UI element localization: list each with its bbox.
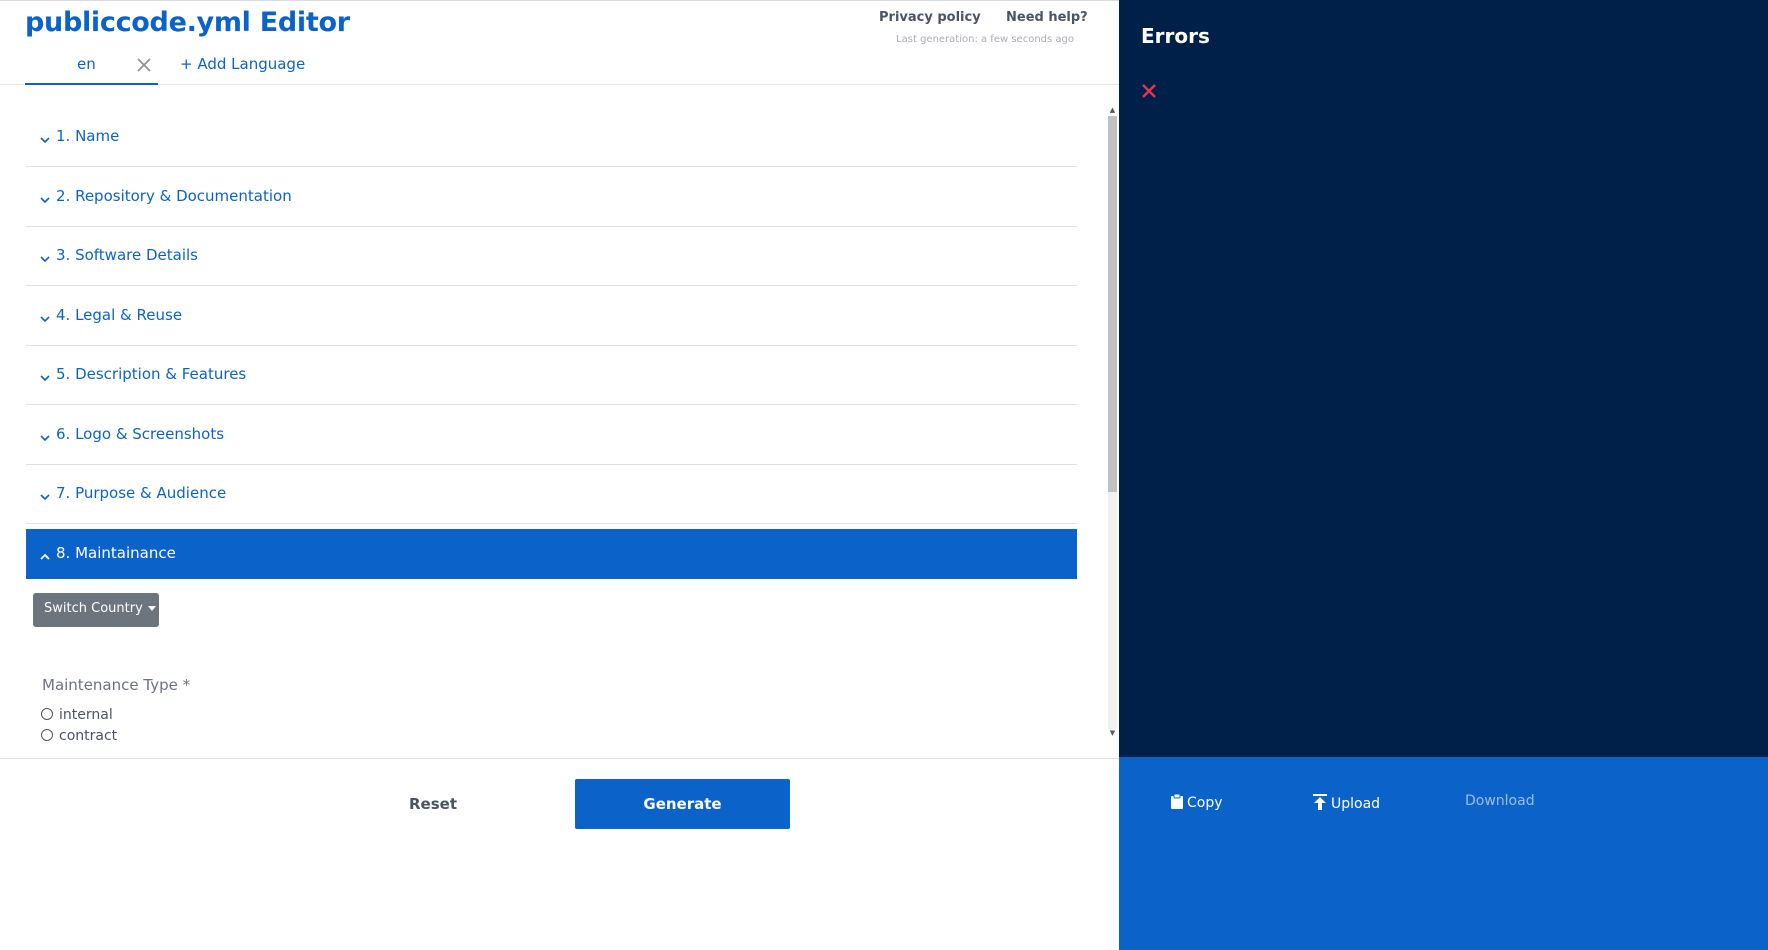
section-name[interactable]: 1. Name — [26, 107, 1077, 167]
chevron-down-icon — [39, 369, 51, 382]
chevron-down-icon — [39, 191, 51, 204]
radio-internal[interactable]: internal — [41, 707, 113, 723]
section-repository-documentation[interactable]: 2. Repository & Documentation — [26, 167, 1077, 227]
section-legal-reuse[interactable]: 4. Legal & Reuse — [26, 286, 1077, 346]
section-label: 4. Legal & Reuse — [56, 306, 183, 324]
reset-button[interactable]: Reset — [395, 785, 471, 823]
chevron-down-icon — [39, 131, 51, 144]
section-logo-screenshots[interactable]: 6. Logo & Screenshots — [26, 405, 1077, 465]
chevron-down-icon — [39, 310, 51, 323]
section-label: 2. Repository & Documentation — [56, 187, 292, 205]
errors-sidebar: Errors Copy Upload Download — [1119, 0, 1768, 950]
form-sections: 1. Name 2. Repository & Documentation 3.… — [0, 101, 1119, 742]
radio-label: internal — [59, 707, 113, 723]
section-label: 1. Name — [56, 127, 120, 145]
radio-circle[interactable] — [41, 708, 53, 720]
radio-contract[interactable]: contract — [41, 728, 117, 742]
upload-icon — [1313, 794, 1327, 810]
errors-title: Errors — [1141, 24, 1210, 48]
privacy-policy-link[interactable]: Privacy policy — [879, 10, 981, 25]
need-help-link[interactable]: Need help? — [1006, 10, 1088, 25]
section-software-details[interactable]: 3. Software Details — [26, 226, 1077, 286]
section-label: 7. Purpose & Audience — [56, 484, 227, 502]
editor-header: publiccode.yml Editor en + Add Language … — [0, 1, 1119, 85]
radio-label: contract — [59, 728, 118, 742]
section-label: 8. Maintainance — [56, 544, 176, 562]
app-title: publiccode.yml Editor — [25, 7, 350, 38]
scroll-down-arrow-icon[interactable]: ▼ — [1108, 729, 1117, 738]
section-label: 3. Software Details — [56, 246, 198, 264]
tab-language-en[interactable]: en — [25, 49, 158, 85]
close-icon[interactable] — [1141, 83, 1157, 99]
section-purpose-audience[interactable]: 7. Purpose & Audience — [26, 464, 1077, 524]
chevron-down-icon — [39, 250, 51, 263]
last-generation-status: Last generation: a few seconds ago — [896, 34, 1074, 45]
copy-button[interactable]: Copy — [1170, 793, 1223, 811]
language-tab-label: en — [77, 55, 96, 73]
radio-circle[interactable] — [41, 729, 53, 741]
section-description-features[interactable]: 5. Description & Features — [26, 345, 1077, 405]
upload-button[interactable]: Upload — [1312, 793, 1380, 812]
clipboard-icon — [1171, 793, 1183, 809]
maintenance-type-label: Maintenance Type * — [42, 676, 191, 694]
editor-main: publiccode.yml Editor en + Add Language … — [0, 0, 1119, 950]
section-maintainance[interactable]: 8. Maintainance — [26, 529, 1077, 579]
copy-label: Copy — [1187, 795, 1223, 811]
section-label: 6. Logo & Screenshots — [56, 425, 225, 443]
upload-label: Upload — [1331, 796, 1381, 812]
editor-footer: Reset Generate — [0, 758, 1119, 950]
caret-down-icon — [147, 606, 156, 611]
add-language-button[interactable]: + Add Language — [180, 55, 305, 73]
switch-country-label: Switch Country — [44, 601, 143, 616]
scroll-thumb[interactable] — [1108, 116, 1117, 492]
sidebar-actions: Copy Upload Download — [1119, 757, 1768, 950]
download-button[interactable]: Download — [1465, 793, 1535, 809]
switch-country-button[interactable]: Switch Country — [33, 593, 159, 627]
chevron-down-icon — [39, 488, 51, 501]
section-label: 5. Description & Features — [56, 365, 247, 383]
chevron-down-icon — [39, 429, 51, 442]
form-scrollbar[interactable]: ▲ ▼ — [1105, 104, 1119, 741]
scroll-up-arrow-icon[interactable]: ▲ — [1108, 106, 1117, 115]
chevron-up-icon — [39, 548, 51, 560]
close-icon[interactable] — [135, 56, 153, 74]
generate-button[interactable]: Generate — [575, 779, 790, 829]
